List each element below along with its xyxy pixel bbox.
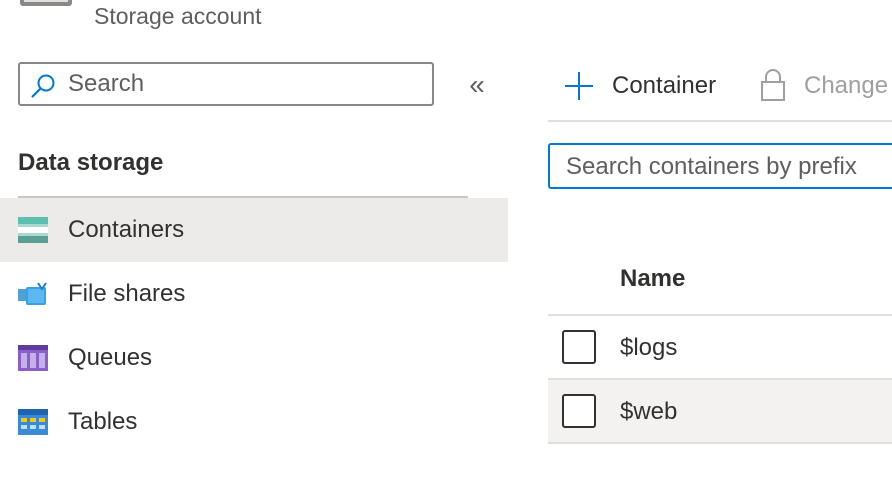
container-filter-box[interactable] bbox=[548, 143, 892, 189]
collapse-menu-icon[interactable]: « bbox=[462, 70, 492, 100]
tables-icon bbox=[18, 409, 48, 435]
resource-type-subtitle: Storage account bbox=[94, 3, 262, 29]
nav-item-file-shares[interactable]: File shares bbox=[0, 262, 508, 326]
nav-item-label: File shares bbox=[68, 280, 186, 307]
table-row[interactable]: $web bbox=[548, 380, 892, 444]
container-name[interactable]: $logs bbox=[620, 334, 677, 362]
nav-item-label: Containers bbox=[68, 216, 185, 243]
storage-account-icon bbox=[20, 0, 72, 6]
nav-item-queues[interactable]: Queues bbox=[0, 326, 508, 390]
section-title-data-storage: Data storage bbox=[18, 149, 164, 176]
row-checkbox[interactable] bbox=[562, 394, 596, 428]
queues-icon bbox=[18, 345, 48, 371]
lock-icon bbox=[761, 69, 785, 101]
container-name[interactable]: $web bbox=[620, 398, 677, 426]
column-header-name[interactable]: Name bbox=[620, 265, 685, 293]
search-icon bbox=[31, 74, 55, 98]
row-checkbox[interactable] bbox=[562, 330, 596, 364]
nav-item-tables[interactable]: Tables bbox=[0, 390, 508, 454]
change-access-level-label: Change bbox=[804, 72, 889, 99]
nav-search-input[interactable] bbox=[68, 70, 428, 98]
toolbar-divider bbox=[548, 120, 892, 122]
plus-icon bbox=[565, 72, 593, 100]
table-row[interactable]: $logs bbox=[548, 316, 892, 380]
containers-icon bbox=[18, 217, 48, 243]
nav-search-box[interactable] bbox=[18, 62, 434, 106]
nav-item-label: Queues bbox=[68, 344, 153, 371]
nav-item-containers[interactable]: Containers bbox=[0, 198, 508, 262]
file-shares-icon bbox=[18, 282, 47, 305]
add-container-label: Container bbox=[612, 72, 717, 99]
container-prefix-search-input[interactable] bbox=[566, 153, 892, 181]
nav-item-label: Tables bbox=[68, 408, 138, 435]
